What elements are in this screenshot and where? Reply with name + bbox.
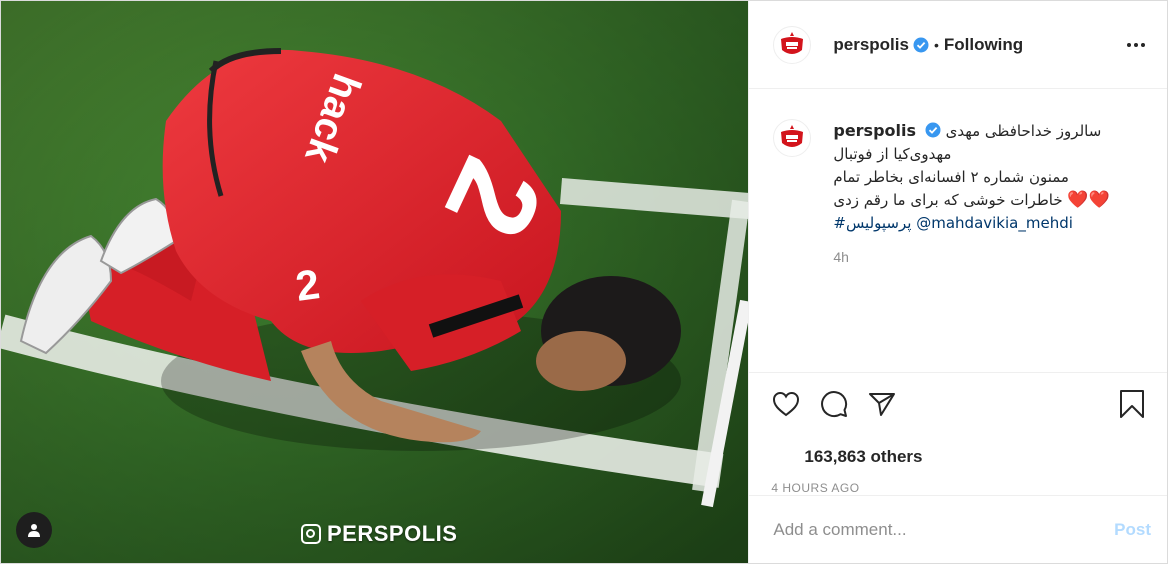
likes-count[interactable]: 163,863 others [749, 435, 1167, 467]
user-tag-icon [28, 524, 40, 537]
heart-icon [773, 391, 800, 417]
post-photo: 2 hack 2 [1, 1, 749, 563]
caption-avatar[interactable] [773, 119, 812, 157]
mention-link[interactable]: @mahdavikia_mehdi [916, 214, 1073, 232]
caption-area: perspolis سالروز خداحافظی مهدی مهدوی‌کیا… [749, 89, 1167, 372]
save-button[interactable] [1117, 389, 1147, 419]
post-media[interactable]: 2 hack 2 PERSPOLIS [1, 1, 749, 563]
share-button[interactable] [867, 389, 897, 419]
bookmark-icon [1120, 390, 1144, 418]
heart-emoji-icon: ❤️❤️ [1067, 190, 1110, 210]
caption-line: خاطرات خوشی که برای ما رقم زدی [833, 191, 1063, 209]
photo-watermark: PERSPOLIS [301, 521, 457, 547]
caption-line: سالروز خداحافظی مهدی [945, 122, 1102, 140]
comment-form: Post [749, 495, 1167, 563]
post-username[interactable]: perspolis [833, 35, 909, 55]
caption-comment: perspolis سالروز خداحافظی مهدی مهدوی‌کیا… [773, 119, 1151, 265]
perspolis-logo-icon [781, 125, 804, 147]
post-sidebar: perspolis • Following perspolis سالروز خ… [748, 1, 1167, 563]
following-button[interactable]: Following [944, 35, 1023, 55]
caption-line: ممنون شماره ۲ افسانه‌ای بخاطر تمام [833, 168, 1069, 186]
instagram-logo-icon [301, 524, 321, 544]
post-comment-button[interactable]: Post [1114, 520, 1151, 540]
comment-button[interactable] [819, 389, 849, 419]
caption-text: perspolis سالروز خداحافظی مهدی مهدوی‌کیا… [833, 119, 1133, 235]
verified-badge-icon [913, 37, 929, 52]
caption-body: perspolis سالروز خداحافظی مهدی مهدوی‌کیا… [833, 119, 1133, 265]
post-timestamp[interactable]: 4 HOURS AGO [749, 467, 1167, 495]
comment-input[interactable] [771, 518, 1115, 541]
watermark-text: PERSPOLIS [327, 521, 458, 546]
post-header: perspolis • Following [749, 1, 1167, 89]
more-options-icon[interactable] [1121, 37, 1151, 53]
caption-username[interactable]: perspolis [833, 121, 916, 140]
separator-dot: • [933, 36, 939, 53]
like-button[interactable] [771, 389, 801, 419]
perspolis-logo-icon [781, 31, 804, 54]
user-tag-button[interactable] [16, 512, 52, 548]
verified-badge-icon [925, 122, 941, 138]
avatar[interactable] [773, 25, 812, 64]
caption-time[interactable]: 4h [833, 249, 1133, 265]
caption-line: مهدوی‌کیا از فوتبال [833, 145, 952, 163]
caption-line-with-hearts: خاطرات خوشی که برای ما رقم زدی ❤️❤️ [833, 189, 1133, 212]
hashtag-link[interactable]: #پرسپولیس [833, 214, 911, 232]
comment-icon [821, 391, 848, 418]
instagram-post-modal: 2 hack 2 PERSPOLIS perspolis • Following… [0, 0, 1168, 564]
caption-tags-line: #پرسپولیس @mahdavikia_mehdi [833, 212, 1133, 235]
action-bar [749, 372, 1167, 435]
paper-plane-icon [869, 393, 896, 416]
